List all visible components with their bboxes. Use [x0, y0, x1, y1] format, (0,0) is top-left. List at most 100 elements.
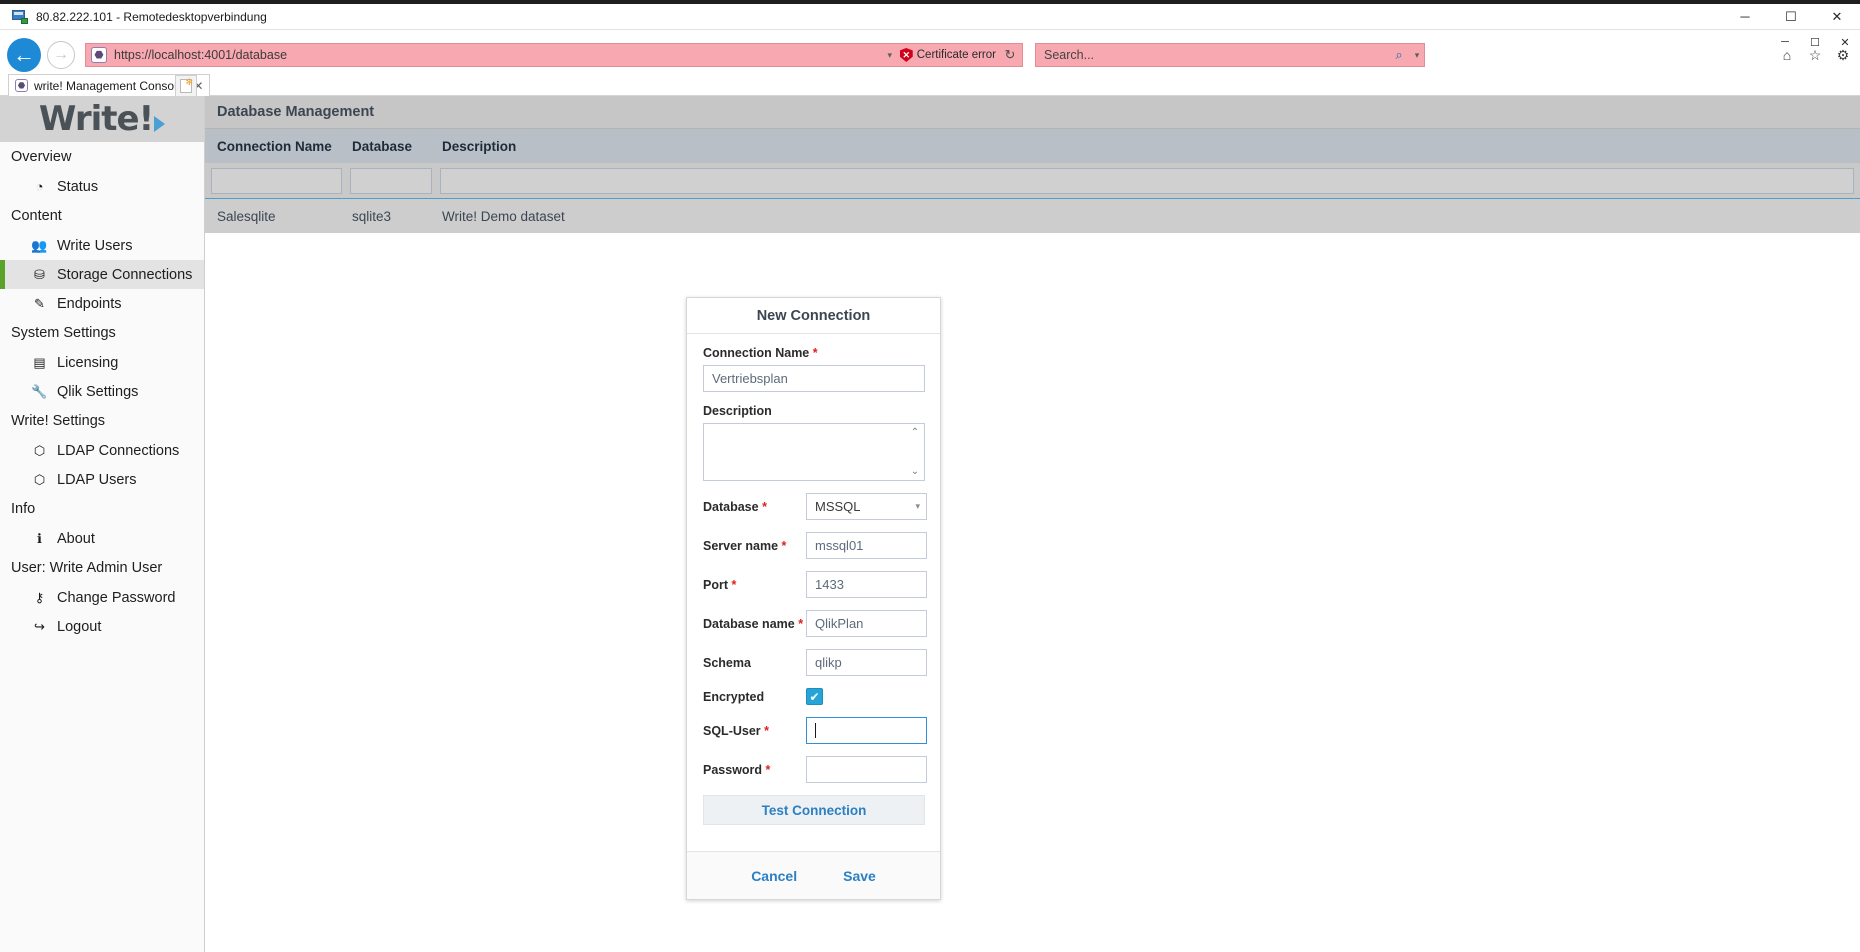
rdp-minimize-button[interactable]: ─: [1722, 4, 1768, 30]
field-row-password: Password *: [703, 756, 927, 783]
checkbox-encrypted[interactable]: ✔: [806, 688, 823, 705]
logout-icon: ↪: [34, 618, 45, 634]
sidebar-item-ldap-users[interactable]: ⬡ LDAP Users: [0, 465, 204, 494]
sidebar-section-title: Info: [11, 501, 36, 517]
text-cursor: [815, 723, 816, 738]
control-password: [806, 756, 927, 783]
input-server-name[interactable]: mssql01: [806, 532, 927, 559]
scroll-down-icon[interactable]: ⌄: [911, 466, 919, 477]
description-scroll-controls[interactable]: ⌃ ⌄: [908, 427, 922, 477]
label-schema-text: Schema: [703, 655, 751, 670]
scroll-up-icon[interactable]: ⌃: [911, 427, 919, 438]
label-database-text: Database: [703, 499, 759, 514]
sidebar-item-label: Storage Connections: [57, 266, 193, 283]
sidebar-section-title: User: Write Admin User: [11, 560, 163, 576]
control-port: 1433: [806, 571, 927, 598]
label-connection-name: Connection Name *: [703, 346, 924, 360]
sidebar-item-status[interactable]: ◔ Status: [0, 172, 204, 201]
table-row[interactable]: Salesqlite sqlite3 Write! Demo dataset: [205, 199, 1860, 233]
label-password: Password *: [703, 763, 806, 777]
column-header-description[interactable]: Description: [430, 139, 1860, 154]
ldap-connections-icon: ⬡: [33, 442, 46, 458]
search-icon[interactable]: ⌕: [1388, 47, 1410, 63]
table-filter-row: [205, 163, 1860, 199]
sidebar-item-about[interactable]: ℹ About: [0, 524, 204, 553]
browser-minimize-button[interactable]: ─: [1770, 31, 1800, 53]
required-marker: *: [812, 346, 818, 360]
sidebar-item-label: LDAP Users: [57, 471, 137, 488]
column-header-database[interactable]: Database: [340, 139, 430, 154]
sidebar-item-endpoints[interactable]: ✎ Endpoints: [0, 289, 204, 318]
control-encrypted: ✔: [806, 688, 924, 705]
browser-maximize-button[interactable]: ☐: [1800, 31, 1830, 53]
new-tab-button[interactable]: [175, 75, 197, 96]
page-title: Database Management: [205, 96, 1860, 129]
chevron-down-icon: ▾: [915, 501, 920, 511]
field-row-sql-user: SQL-User *: [703, 717, 927, 744]
save-button[interactable]: Save: [843, 868, 876, 884]
input-connection-name[interactable]: Vertriebsplan: [703, 365, 925, 392]
browser-chrome: ← → ⬣ https://localhost:4001/database ▾ …: [0, 31, 1860, 79]
management-console-app: Write! Overview ◔ Status Content 👥 Write User…: [0, 96, 1860, 952]
field-row-database-name: Database name * QlikPlan: [703, 610, 927, 637]
back-button[interactable]: ←: [7, 38, 41, 72]
browser-close-button[interactable]: ✕: [1830, 31, 1860, 53]
rdp-title-bar: 80.82.222.101 - Remotedesktopverbindung …: [0, 4, 1860, 30]
address-dropdown-icon[interactable]: ▾: [882, 50, 898, 61]
rdp-window-controls: ─ ☐ ✕: [1722, 4, 1860, 30]
filter-input-database[interactable]: [350, 167, 432, 194]
sidebar-section-title: Content: [11, 208, 62, 224]
sidebar-item-qlik-settings[interactable]: 🔧 Qlik Settings: [0, 377, 204, 406]
required-marker: *: [765, 762, 771, 777]
input-sql-user[interactable]: [806, 717, 927, 744]
browser-nav-row: ← → ⬣ https://localhost:4001/database ▾ …: [0, 31, 1860, 79]
input-database-name[interactable]: QlikPlan: [806, 610, 927, 637]
input-password[interactable]: [806, 756, 927, 783]
users-icon: 👥: [31, 237, 48, 253]
field-row-port: Port * 1433: [703, 571, 927, 598]
sidebar-item-write-users[interactable]: 👥 Write Users: [0, 231, 204, 260]
sidebar-item-label: LDAP Connections: [57, 442, 180, 459]
address-bar[interactable]: ⬣ https://localhost:4001/database ▾ ✕ Ce…: [85, 43, 1023, 67]
sidebar-item-logout[interactable]: ↪ Logout: [0, 612, 204, 641]
test-connection-button[interactable]: Test Connection: [703, 795, 925, 825]
sidebar-item-storage-connections[interactable]: ⛁ Storage Connections: [0, 260, 204, 289]
required-marker: *: [731, 577, 737, 592]
refresh-icon[interactable]: ↻: [1002, 47, 1018, 63]
sidebar-item-licensing[interactable]: ▤ Licensing: [0, 348, 204, 377]
filter-input-connection-name[interactable]: [211, 167, 342, 194]
ldap-users-icon: ⬡: [33, 471, 46, 487]
sidebar-item-change-password[interactable]: ⚷ Change Password: [0, 583, 204, 612]
dialog-title: New Connection: [687, 298, 940, 334]
tab-label: write! Management Console: [34, 78, 184, 93]
input-port[interactable]: 1433: [806, 571, 927, 598]
input-schema[interactable]: qlikp: [806, 649, 927, 676]
label-database: Database *: [703, 500, 806, 514]
dialog-footer: Cancel Save: [687, 851, 940, 899]
certificate-error-badge[interactable]: ✕ Certificate error: [898, 48, 1002, 62]
rdp-maximize-button[interactable]: ☐: [1768, 4, 1814, 30]
forward-button[interactable]: →: [47, 41, 75, 69]
cancel-button[interactable]: Cancel: [751, 868, 797, 884]
logo-word: Write: [38, 99, 140, 139]
table-header-row: Connection Name Database Description: [205, 129, 1860, 163]
sidebar-item-label: Logout: [57, 618, 102, 635]
remote-desktop-window: 80.82.222.101 - Remotedesktopverbindung …: [0, 0, 1860, 952]
sidebar-item-ldap-connections[interactable]: ⬡ LDAP Connections: [0, 436, 204, 465]
app-logo: Write!: [0, 96, 204, 142]
column-header-connection-name[interactable]: Connection Name: [205, 139, 340, 154]
rdp-title-text: 80.82.222.101 - Remotedesktopverbindung: [36, 9, 267, 24]
cell-description: Write! Demo dataset: [442, 208, 565, 224]
label-schema: Schema: [703, 656, 806, 670]
rdp-close-button[interactable]: ✕: [1814, 4, 1860, 30]
search-box[interactable]: Search... ⌕ ▾: [1035, 43, 1425, 67]
select-database[interactable]: MSSQL ▾: [806, 493, 927, 520]
filter-input-description[interactable]: [440, 167, 1854, 194]
label-port-text: Port: [703, 577, 728, 592]
search-dropdown-icon[interactable]: ▾: [1410, 50, 1424, 61]
sidebar-item-label: Qlik Settings: [57, 383, 139, 400]
label-encrypted: Encrypted: [703, 690, 806, 704]
input-server-name-value: mssql01: [815, 538, 864, 553]
label-description-text: Description: [703, 404, 772, 418]
input-description[interactable]: ⌃ ⌄: [703, 423, 925, 481]
